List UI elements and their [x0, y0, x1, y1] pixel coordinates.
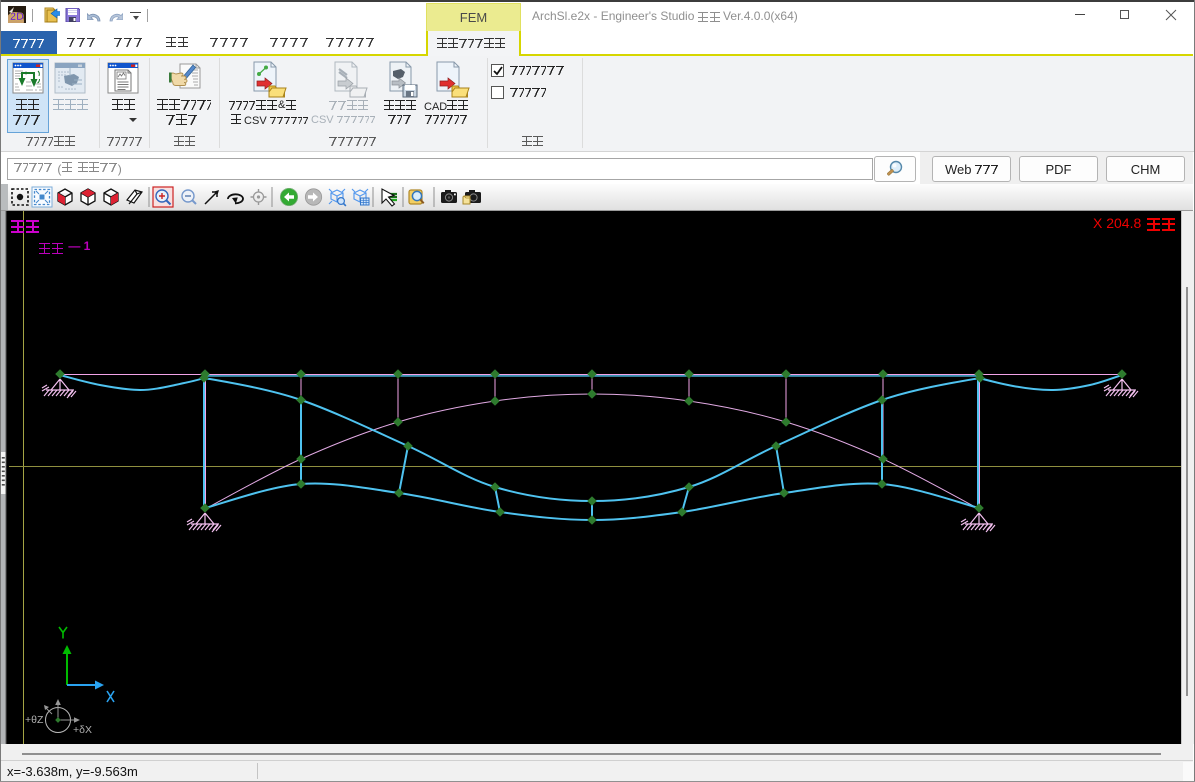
svg-text:+θZ: +θZ [25, 714, 44, 726]
svg-text:+δX: +δX [73, 724, 92, 736]
svg-text:2D: 2D [10, 11, 24, 23]
